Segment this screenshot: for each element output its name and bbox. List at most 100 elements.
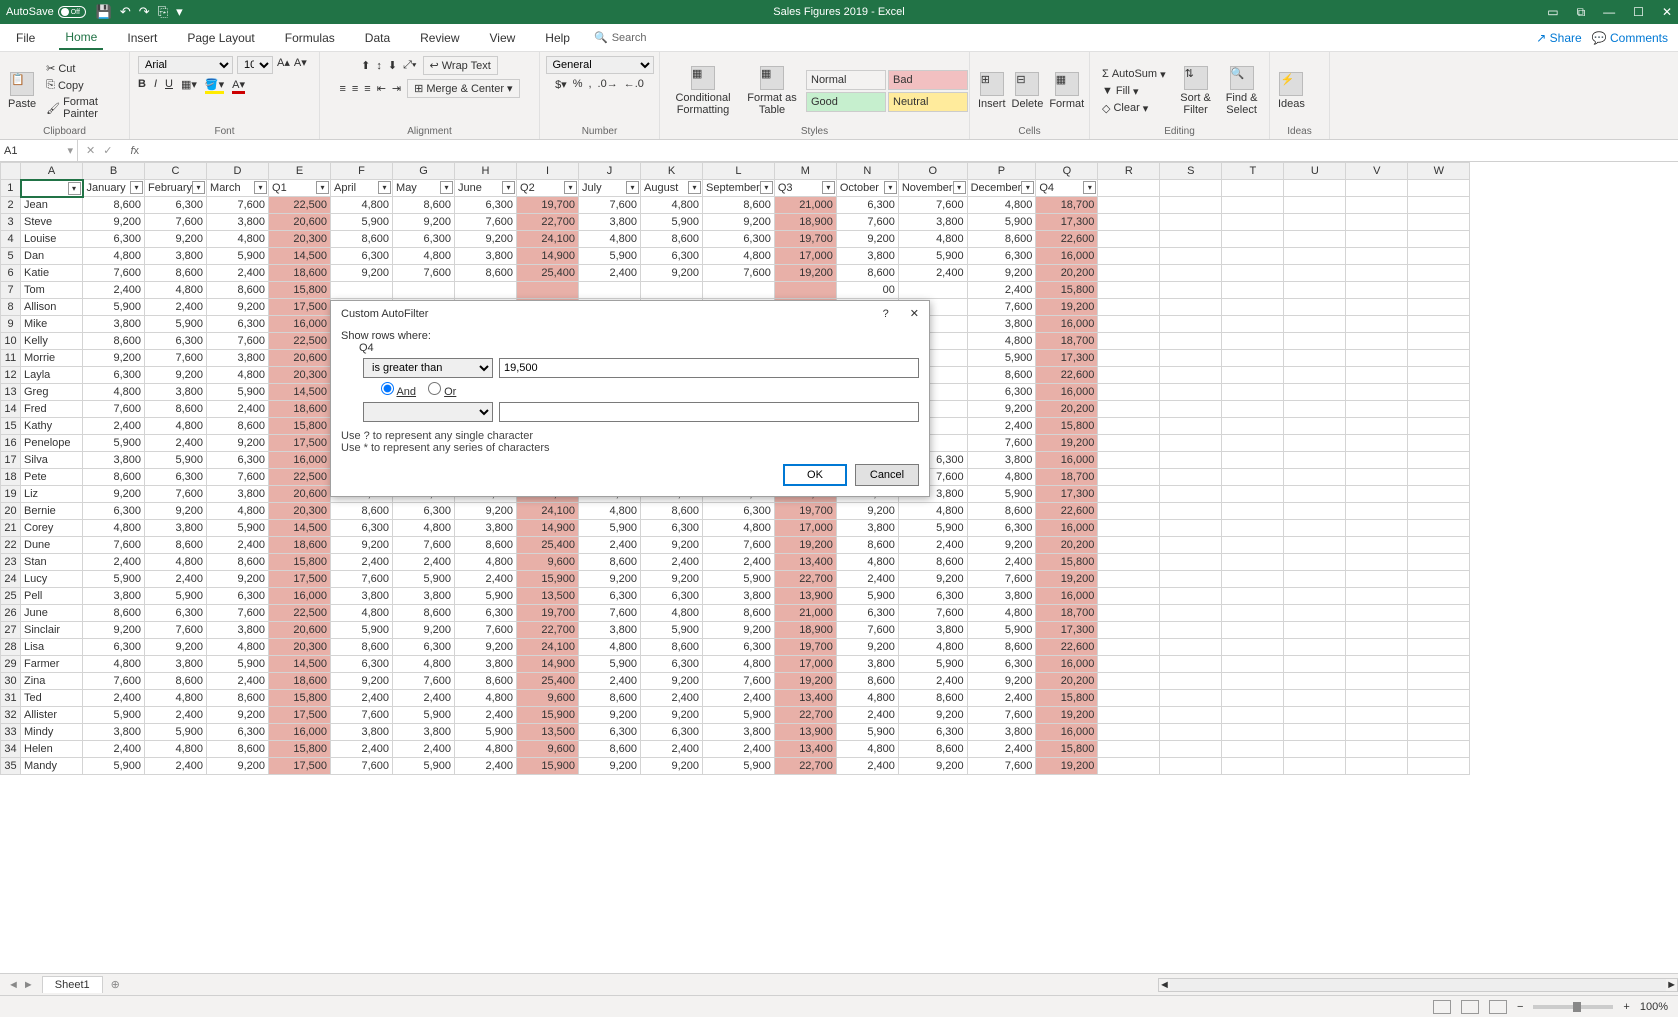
cell[interactable]: 22,600	[1036, 231, 1098, 248]
cell[interactable]	[1346, 724, 1408, 741]
cell[interactable]	[1408, 299, 1470, 316]
cell[interactable]: Lisa	[21, 639, 83, 656]
cell[interactable]: 17,500	[269, 758, 331, 775]
delete-cells-button[interactable]: ⊟Delete	[1012, 72, 1044, 110]
cell[interactable]: Tom	[21, 282, 83, 299]
row-header[interactable]: 3	[1, 214, 21, 231]
cell[interactable]: 3,800	[83, 452, 145, 469]
autosave-toggle[interactable]: AutoSave Off	[6, 6, 86, 18]
cell[interactable]: Sinclair	[21, 622, 83, 639]
cell[interactable]	[1408, 571, 1470, 588]
cell[interactable]: 9,200	[898, 758, 967, 775]
cell[interactable]	[1284, 707, 1346, 724]
cell[interactable]: 4,800	[393, 520, 455, 537]
cell[interactable]: 7,600	[579, 197, 641, 214]
filter-dropdown-icon[interactable]: ▾	[1083, 181, 1096, 194]
cell[interactable]	[517, 282, 579, 299]
cell[interactable]: Jean	[21, 197, 83, 214]
cell[interactable]: 2,400	[703, 690, 775, 707]
cell[interactable]	[1284, 724, 1346, 741]
cell[interactable]: 2,400	[455, 758, 517, 775]
cell[interactable]: Dan	[21, 248, 83, 265]
cell[interactable]	[1408, 401, 1470, 418]
cell[interactable]	[1098, 690, 1160, 707]
cell[interactable]: 2,400	[207, 673, 269, 690]
cell[interactable]: 15,800	[1036, 554, 1098, 571]
cell[interactable]: 15,900	[517, 571, 579, 588]
cell[interactable]: 8,600	[703, 605, 775, 622]
cell[interactable]: 2,400	[836, 571, 898, 588]
filter-dropdown-icon[interactable]: ▾	[192, 181, 205, 194]
cell[interactable]: 5,900	[898, 656, 967, 673]
cell[interactable]: 15,900	[517, 707, 579, 724]
ribbon-tab-file[interactable]: File	[10, 27, 41, 49]
currency-icon[interactable]: $▾	[555, 78, 567, 91]
cell[interactable]	[1222, 503, 1284, 520]
cell[interactable]	[1098, 537, 1160, 554]
cell[interactable]	[1098, 316, 1160, 333]
align-left-icon[interactable]: ≡	[339, 83, 345, 95]
cell[interactable]: 3,800	[83, 588, 145, 605]
bold-button[interactable]: B	[138, 78, 146, 94]
cell[interactable]: 8,600	[83, 333, 145, 350]
view-normal-icon[interactable]	[1433, 1000, 1451, 1014]
cell[interactable]: 24,100	[517, 231, 579, 248]
cell[interactable]: 4,800	[579, 639, 641, 656]
cell[interactable]: 9,200	[641, 571, 703, 588]
cell[interactable]: 16,000	[1036, 520, 1098, 537]
cell[interactable]: 7,600	[393, 673, 455, 690]
cell[interactable]: 4,800	[83, 520, 145, 537]
filter-dropdown-icon[interactable]: ▾	[564, 181, 577, 194]
cell[interactable]: 7,600	[83, 537, 145, 554]
cell[interactable]	[1284, 180, 1346, 197]
cell[interactable]: 2,400	[579, 537, 641, 554]
cell[interactable]: 4,800	[331, 197, 393, 214]
filter-dropdown-icon[interactable]: ▾	[502, 181, 515, 194]
cell[interactable]: 4,800	[145, 282, 207, 299]
row-header[interactable]: 14	[1, 401, 21, 418]
cell[interactable]	[1408, 622, 1470, 639]
cell[interactable]: 3,800	[967, 452, 1036, 469]
filter-header-cell[interactable]: February▾	[145, 180, 207, 197]
cell[interactable]: 25,400	[517, 265, 579, 282]
cell[interactable]	[1098, 231, 1160, 248]
cell[interactable]: Corey	[21, 520, 83, 537]
cell[interactable]: Morrie	[21, 350, 83, 367]
cell[interactable]	[1408, 231, 1470, 248]
col-header[interactable]: H	[455, 163, 517, 180]
cell[interactable]	[1346, 418, 1408, 435]
view-layout-icon[interactable]	[1461, 1000, 1479, 1014]
minimize-icon[interactable]: —	[1603, 5, 1615, 20]
cell[interactable]: 7,600	[967, 758, 1036, 775]
filter-header-cell[interactable]: ▾	[21, 180, 83, 197]
row-header[interactable]: 22	[1, 537, 21, 554]
cell[interactable]: 19,200	[1036, 571, 1098, 588]
cell[interactable]: 8,600	[898, 741, 967, 758]
cell[interactable]	[1160, 520, 1222, 537]
cell[interactable]: 4,800	[83, 656, 145, 673]
cell[interactable]: 2,400	[579, 265, 641, 282]
cell[interactable]: 4,800	[836, 554, 898, 571]
cell[interactable]	[1408, 384, 1470, 401]
cell[interactable]	[1098, 197, 1160, 214]
cell[interactable]	[1284, 231, 1346, 248]
col-header[interactable]: V	[1346, 163, 1408, 180]
cell[interactable]: 22,500	[269, 469, 331, 486]
cell[interactable]: Kathy	[21, 418, 83, 435]
cell[interactable]	[1284, 435, 1346, 452]
cell[interactable]	[1160, 384, 1222, 401]
cell[interactable]: 5,900	[83, 571, 145, 588]
col-header[interactable]: A	[21, 163, 83, 180]
cell[interactable]: 8,600	[393, 197, 455, 214]
cell[interactable]	[1098, 350, 1160, 367]
col-header[interactable]: N	[836, 163, 898, 180]
cell[interactable]	[1346, 520, 1408, 537]
cell[interactable]: 8,600	[641, 639, 703, 656]
cell[interactable]: 8,600	[967, 639, 1036, 656]
cell[interactable]: 22,500	[269, 605, 331, 622]
cell[interactable]	[1160, 265, 1222, 282]
cell[interactable]: 9,200	[207, 707, 269, 724]
cell[interactable]: 15,800	[269, 741, 331, 758]
cell[interactable]: 8,600	[455, 265, 517, 282]
cell[interactable]: 2,400	[145, 571, 207, 588]
